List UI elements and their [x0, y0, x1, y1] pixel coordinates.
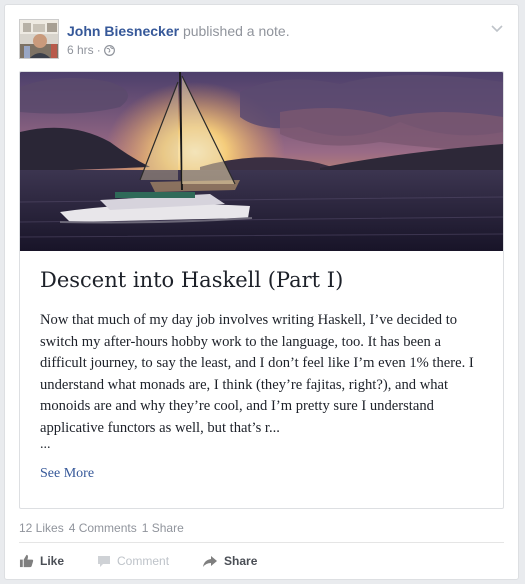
shares-count[interactable]: 1 Share [142, 521, 184, 535]
comment-button[interactable]: Comment [97, 554, 169, 568]
note-title[interactable]: Descent into Haskell (Part I) [40, 268, 485, 292]
post-header-line: John Biesnecker published a note. [67, 23, 290, 39]
like-button[interactable]: Like [19, 554, 64, 568]
note-ellipsis: ... [40, 437, 51, 452]
post-meta: 6 hrs · [67, 43, 115, 57]
meta-separator: · [96, 43, 101, 57]
author-avatar[interactable] [19, 19, 59, 59]
actions-divider [19, 542, 504, 543]
news-feed-post: John Biesnecker published a note. 6 hrs … [4, 4, 519, 580]
thumbs-up-icon [19, 554, 34, 568]
chevron-down-icon[interactable] [490, 21, 504, 35]
note-excerpt: Now that much of my day job involves wri… [40, 312, 474, 436]
like-label: Like [40, 554, 65, 568]
comment-bubble-icon [97, 555, 111, 568]
post-stats: 12 Likes 4 Comments 1 Share [19, 521, 184, 535]
globe-icon[interactable] [103, 44, 115, 56]
note-cover-image [20, 72, 503, 251]
comments-count[interactable]: 4 Comments [69, 521, 137, 535]
comment-label: Comment [117, 554, 170, 568]
see-more-link[interactable]: See More [40, 466, 94, 482]
share-label: Share [224, 554, 258, 568]
post-action-text: published a note. [179, 23, 290, 39]
share-button[interactable]: Share [202, 554, 257, 568]
likes-count[interactable]: 12 Likes [19, 521, 64, 535]
post-actions: Like Comment Share [19, 551, 290, 571]
post-timestamp[interactable]: 6 hrs [67, 43, 94, 57]
share-arrow-icon [202, 555, 218, 568]
author-name-link[interactable]: John Biesnecker [67, 23, 179, 39]
note-preview-card[interactable]: Descent into Haskell (Part I) Now that m… [19, 71, 504, 509]
